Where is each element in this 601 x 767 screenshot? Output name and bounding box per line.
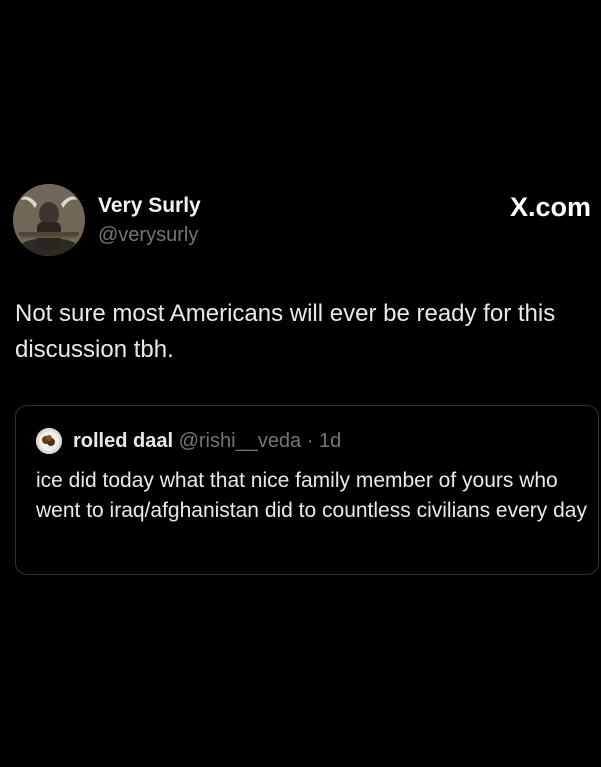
author-name[interactable]: Very Surly bbox=[98, 193, 201, 219]
quote-text: ice did today what that nice family memb… bbox=[36, 469, 587, 522]
quote-card[interactable]: rolled daal @rishi__veda · 1d ice did to… bbox=[15, 405, 599, 575]
post-text: Not sure most Americans will ever be rea… bbox=[15, 300, 556, 363]
quote-author-avatar[interactable] bbox=[36, 428, 62, 454]
quote-separator: · bbox=[306, 430, 314, 452]
food-icon bbox=[36, 428, 62, 454]
post-screenshot: { "brand": { "label": "X.com" }, "post":… bbox=[0, 0, 601, 767]
quote-author-handle[interactable]: @rishi__veda bbox=[179, 430, 302, 452]
goat-figure-icon bbox=[13, 184, 85, 256]
author-avatar[interactable] bbox=[13, 184, 85, 256]
author-handle[interactable]: @verysurly bbox=[98, 222, 198, 248]
quote-timestamp[interactable]: 1d bbox=[319, 430, 341, 452]
quote-author-name[interactable]: rolled daal bbox=[73, 430, 173, 452]
quote-header: rolled daal @rishi__veda · 1d bbox=[73, 428, 341, 454]
brand-label: X.com bbox=[509, 192, 591, 222]
